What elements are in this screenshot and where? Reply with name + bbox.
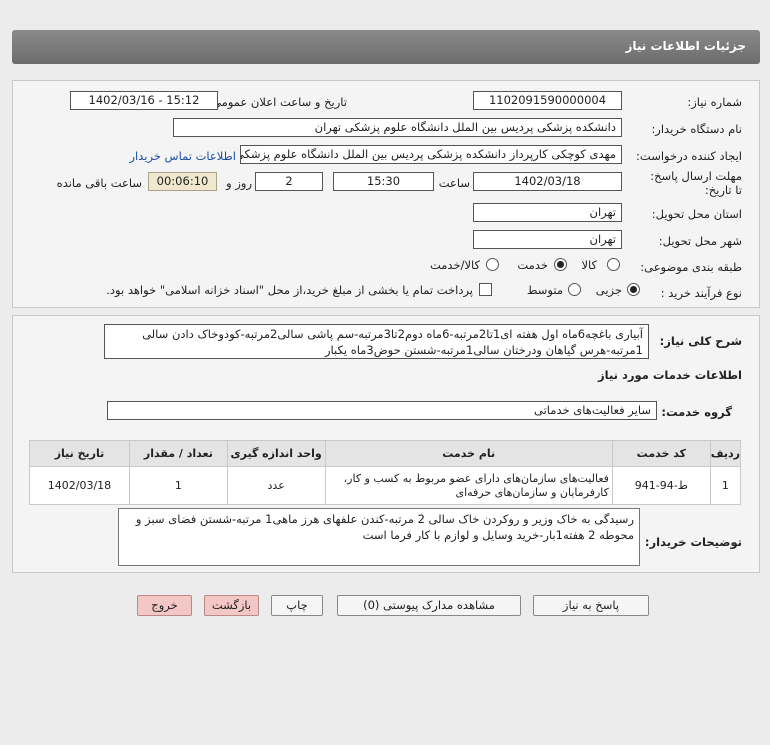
buyer-notes-text: رسیدگی به خاک وزیر و روکردن خاک سالی 2 م…	[118, 508, 640, 566]
col-code: کد خدمت	[611, 440, 711, 467]
page-title-bar: جزئیات اطلاعات نیاز	[12, 30, 760, 64]
contact-info-link[interactable]: اطلاعات تماس خریدار	[129, 149, 236, 163]
cell-qty: 1	[128, 466, 228, 505]
reply-button[interactable]: پاسخ به نیاز	[533, 595, 649, 616]
services-section-title: اطلاعات خدمات مورد نیاز	[598, 368, 742, 382]
print-button[interactable]: چاپ	[271, 595, 323, 616]
exit-button[interactable]: خروج	[137, 595, 192, 616]
col-unit: واحد اندازه گیری	[226, 440, 326, 467]
col-date: تاریخ نیاز	[29, 440, 130, 467]
need-number-field: 1102091590000004	[473, 91, 622, 110]
cell-name: فعالیت‌های سازمان‌های دارای عضو مربوط به…	[324, 466, 613, 505]
province-label: استان محل تحویل:	[651, 207, 742, 221]
treasury-payment-note: پرداخت تمام یا بخشی از مبلغ خرید،از محل …	[106, 283, 473, 297]
days-label: روز و	[226, 176, 252, 190]
category-goods-radio[interactable]	[607, 258, 620, 271]
services-table-header: ردیف کد خدمت نام خدمت واحد اندازه گیری ت…	[29, 440, 742, 467]
purchase-minor-radio[interactable]	[627, 283, 640, 296]
cell-unit: عدد	[226, 466, 326, 505]
remaining-label: ساعت باقی مانده	[56, 176, 142, 190]
purchase-type-label: نوع فرآیند خرید :	[660, 286, 742, 300]
buyer-org-label: نام دستگاه خریدار:	[651, 122, 742, 136]
announce-label: تاریخ و ساعت اعلان عمومی:	[208, 95, 347, 109]
purchase-minor-label: جزیی	[595, 283, 622, 297]
deadline-label: مهلت ارسال پاسخ: تا تاریخ:	[650, 169, 742, 197]
city-label: شهر محل تحویل:	[658, 234, 742, 248]
service-group-label: گروه خدمت:	[661, 405, 732, 419]
cell-code: ط-94-941	[611, 466, 711, 505]
remaining-time-field: 00:06:10	[148, 172, 217, 191]
deadline-time-field: 15:30	[333, 172, 434, 191]
summary-label: شرح کلی نیاز:	[659, 334, 742, 348]
col-row: ردیف	[709, 440, 742, 467]
deadline-time-label: ساعت	[438, 176, 470, 190]
requester-label: ایجاد کننده درخواست:	[636, 149, 742, 163]
buyer-org-field: دانشکده پزشکی پردیس بین الملل دانشگاه عل…	[173, 118, 622, 137]
province-field: تهران	[473, 203, 622, 222]
category-goods-service-label: کالا/خدمت	[429, 258, 480, 272]
city-field: تهران	[473, 230, 622, 249]
category-service-radio[interactable]	[554, 258, 567, 271]
table-row: 1 ط-94-941 فعالیت‌های سازمان‌های دارای ع…	[29, 466, 742, 505]
need-number-label: شماره نیاز:	[687, 95, 742, 109]
service-group-field: سایر فعالیت‌های خدماتی	[107, 401, 657, 420]
requester-field: مهدی کوچکی کارپرداز دانشکده پزشکی پردیس …	[240, 145, 622, 164]
category-goods-label: کالا	[581, 258, 597, 272]
announce-field: 1402/03/16 - 15:12	[70, 91, 218, 110]
category-service-label: خدمت	[517, 258, 548, 272]
purchase-medium-label: متوسط	[526, 283, 563, 297]
buyer-notes-label: توضیحات خریدار:	[644, 535, 742, 549]
category-label: طبقه بندی موضوعی:	[640, 260, 742, 274]
col-qty: تعداد / مقدار	[128, 440, 228, 467]
days-field: 2	[255, 172, 323, 191]
deadline-date-field: 1402/03/18	[473, 172, 622, 191]
cell-date: 1402/03/18	[29, 466, 130, 505]
attachments-button[interactable]: مشاهده مدارک پیوستی (0)	[337, 595, 521, 616]
treasury-payment-checkbox[interactable]	[479, 283, 492, 296]
page-title: جزئیات اطلاعات نیاز	[625, 39, 746, 53]
services-table: ردیف کد خدمت نام خدمت واحد اندازه گیری ت…	[29, 440, 742, 505]
summary-text: آبیاری باغچه6ماه اول هفته ای1تا2مرتبه-6م…	[104, 324, 649, 359]
cell-row: 1	[709, 466, 742, 505]
back-button[interactable]: بازگشت	[204, 595, 259, 616]
purchase-medium-radio[interactable]	[568, 283, 581, 296]
category-goods-service-radio[interactable]	[486, 258, 499, 271]
col-name: نام خدمت	[324, 440, 613, 467]
